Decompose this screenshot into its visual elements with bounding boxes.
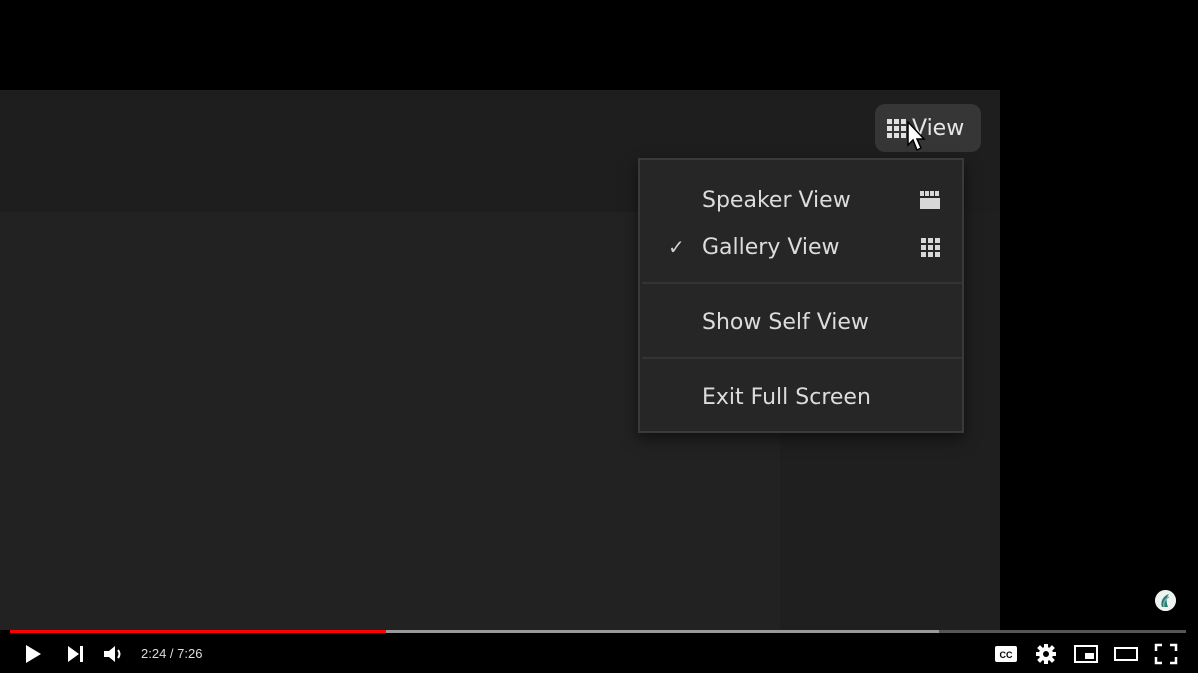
view-button[interactable]: View [875, 104, 981, 152]
progress-bar[interactable] [10, 630, 1186, 633]
view-menu: Speaker View ✓ Gallery View Show Self Vi… [638, 158, 964, 433]
time-display: 2:24 / 7:26 [141, 646, 203, 661]
fullscreen-icon[interactable] [1153, 642, 1179, 666]
mouse-cursor-icon [907, 121, 926, 152]
volume-icon[interactable] [101, 642, 127, 666]
menu-item-show-self-view[interactable]: Show Self View [640, 299, 962, 345]
menu-item-label: Show Self View [702, 309, 869, 335]
theater-mode-icon[interactable] [1113, 642, 1139, 666]
miniplayer-icon[interactable] [1073, 642, 1099, 666]
checkmark-icon: ✓ [668, 235, 685, 259]
gallery-view-icon [921, 237, 940, 257]
menu-item-label: Speaker View [702, 187, 851, 213]
settings-icon[interactable] [1033, 642, 1059, 666]
menu-divider [642, 282, 962, 284]
player-controls: 2:24 / 7:26 CC [0, 636, 1198, 673]
menu-item-label: Gallery View [702, 234, 840, 260]
svg-text:CC: CC [1000, 650, 1013, 660]
play-icon[interactable] [20, 642, 46, 666]
channel-logo-icon[interactable] [1155, 590, 1176, 611]
menu-item-gallery-view[interactable]: ✓ Gallery View [640, 224, 962, 270]
captions-icon[interactable]: CC [993, 642, 1019, 666]
menu-item-speaker-view[interactable]: Speaker View [640, 177, 962, 223]
gallery-grid-icon [887, 118, 906, 138]
next-icon[interactable] [63, 642, 89, 666]
menu-item-exit-full-screen[interactable]: Exit Full Screen [640, 374, 962, 420]
menu-item-label: Exit Full Screen [702, 384, 871, 410]
menu-divider [642, 357, 962, 359]
speaker-view-icon [920, 191, 940, 209]
progress-played [10, 630, 387, 633]
